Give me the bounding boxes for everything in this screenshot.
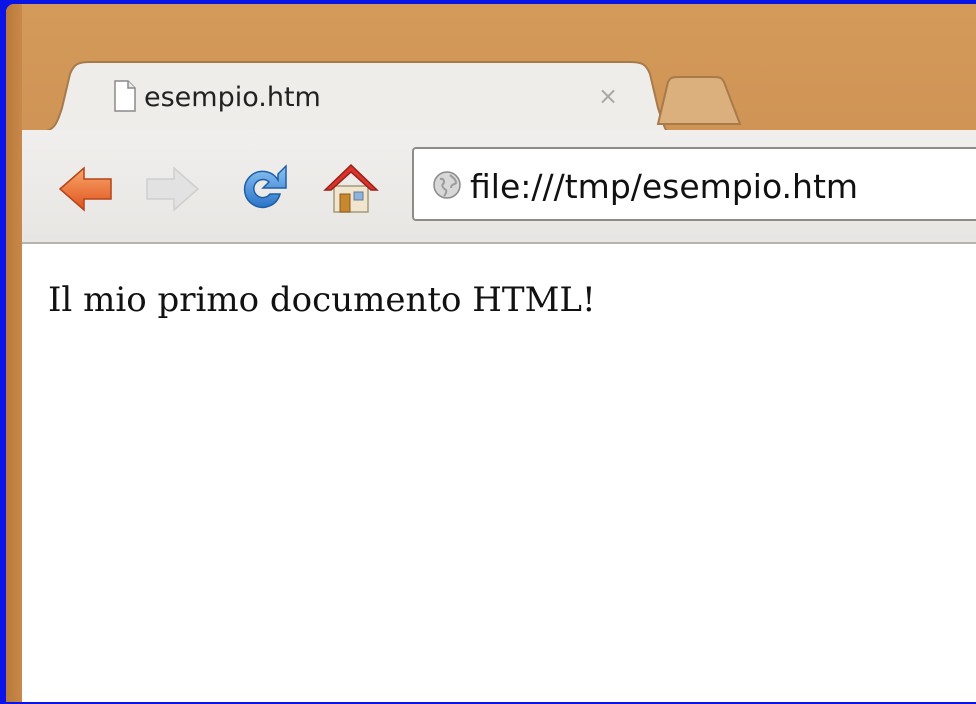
globe-icon [432, 170, 462, 204]
home-icon[interactable] [322, 160, 380, 220]
reload-icon[interactable] [234, 160, 290, 220]
window-frame-edge [6, 4, 22, 702]
browser-tab[interactable]: esempio.htm × [36, 60, 668, 132]
browser-window: esempio.htm × file:///tmp/esempio.htm Il… [6, 4, 976, 702]
new-tab-button[interactable] [656, 76, 742, 130]
url-text: file:///tmp/esempio.htm [470, 167, 859, 206]
forward-arrow-icon[interactable] [144, 166, 200, 216]
address-bar[interactable]: file:///tmp/esempio.htm [412, 147, 976, 221]
page-text: Il mio primo documento HTML! [48, 280, 596, 320]
back-arrow-icon[interactable] [58, 166, 114, 216]
tab-close-icon[interactable]: × [598, 84, 618, 108]
tab-title: esempio.htm [144, 82, 321, 113]
new-tab-icon [656, 76, 742, 125]
toolbar: file:///tmp/esempio.htm [22, 130, 976, 244]
page-content: Il mio primo documento HTML! [22, 244, 976, 702]
